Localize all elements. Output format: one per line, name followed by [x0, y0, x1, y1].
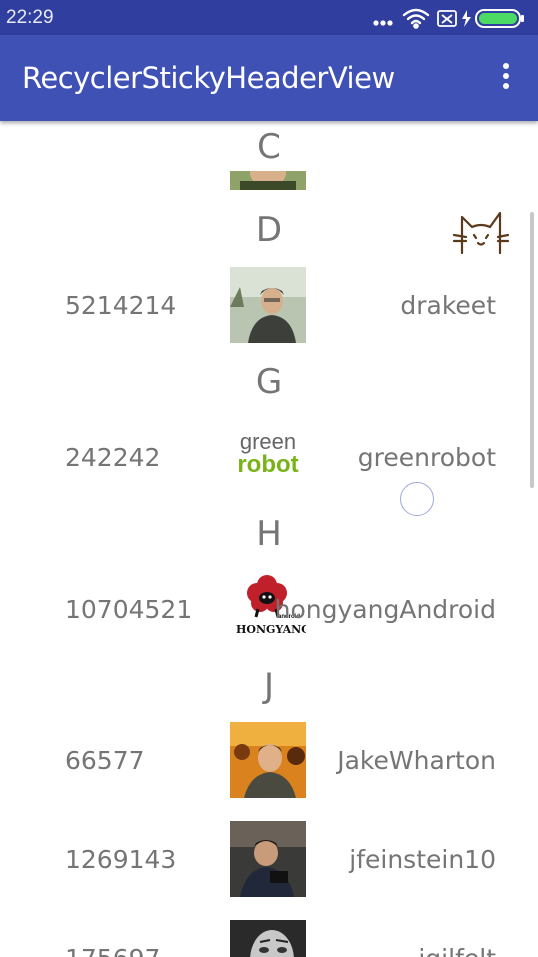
section-header-j: J [263, 666, 275, 706]
list-item-jgilfelt[interactable]: 175697 jgilfelt [0, 920, 538, 957]
list-item-jakewharton[interactable]: 66577 JakeWharton [0, 722, 538, 798]
touch-indicator [400, 482, 434, 516]
section-header-c: C [257, 127, 281, 167]
item-name: jfeinstein10 [349, 845, 496, 874]
item-number: 175697 [65, 944, 160, 957]
charging-icon [462, 10, 471, 27]
app-bar: RecyclerStickyHeaderView [0, 35, 538, 121]
section-header-g: G [255, 362, 283, 402]
status-bar: 22:29 [0, 0, 538, 35]
list-item-greenrobot[interactable]: 242242 green robot greenrobot [0, 419, 538, 495]
status-icons [373, 8, 524, 29]
more-vert-icon[interactable] [494, 63, 518, 97]
partial-avatar [230, 171, 306, 190]
item-name: hongyangAndroid [274, 595, 496, 624]
scrollbar[interactable] [530, 212, 534, 488]
list-item-drakeet[interactable]: 5214214 drakeet [0, 267, 538, 343]
item-name: drakeet [400, 291, 496, 320]
list-item-jfeinstein10[interactable]: 1269143 jfeinstein10 [0, 821, 538, 897]
photo-avatar [230, 920, 306, 957]
section-header-h: H [256, 514, 282, 554]
photo-avatar [230, 821, 306, 897]
item-name: greenrobot [357, 443, 496, 472]
sticky-header-list[interactable]: C D 5214214 drakeet G 242242 green robot… [0, 121, 538, 957]
item-number: 1269143 [65, 845, 177, 874]
item-number: 242242 [65, 443, 161, 472]
no-sim-icon [437, 10, 457, 27]
more-notifications-icon [373, 20, 393, 26]
item-number: 66577 [65, 746, 145, 775]
photo-avatar [230, 722, 306, 798]
app-title: RecyclerStickyHeaderView [22, 61, 395, 95]
greenrobot-logo: green robot [230, 419, 306, 495]
item-name: jgilfelt [418, 944, 496, 957]
greenrobot-logo-text-robot: robot [237, 451, 299, 478]
photo-avatar [230, 267, 306, 343]
greenrobot-logo-text-green: green [239, 429, 297, 454]
item-number: 10704521 [65, 595, 193, 624]
item-name: JakeWharton [337, 746, 496, 775]
item-number: 5214214 [65, 291, 177, 320]
hongyang-logo-text: HONGYANG [236, 623, 306, 636]
battery-icon [475, 9, 524, 28]
status-time: 22:29 [6, 7, 54, 28]
list-item-hongyang[interactable]: 10704521 HONGYANG android hongyangAndroi… [0, 571, 538, 647]
wifi-icon [402, 8, 430, 29]
cat-icon [452, 211, 510, 255]
